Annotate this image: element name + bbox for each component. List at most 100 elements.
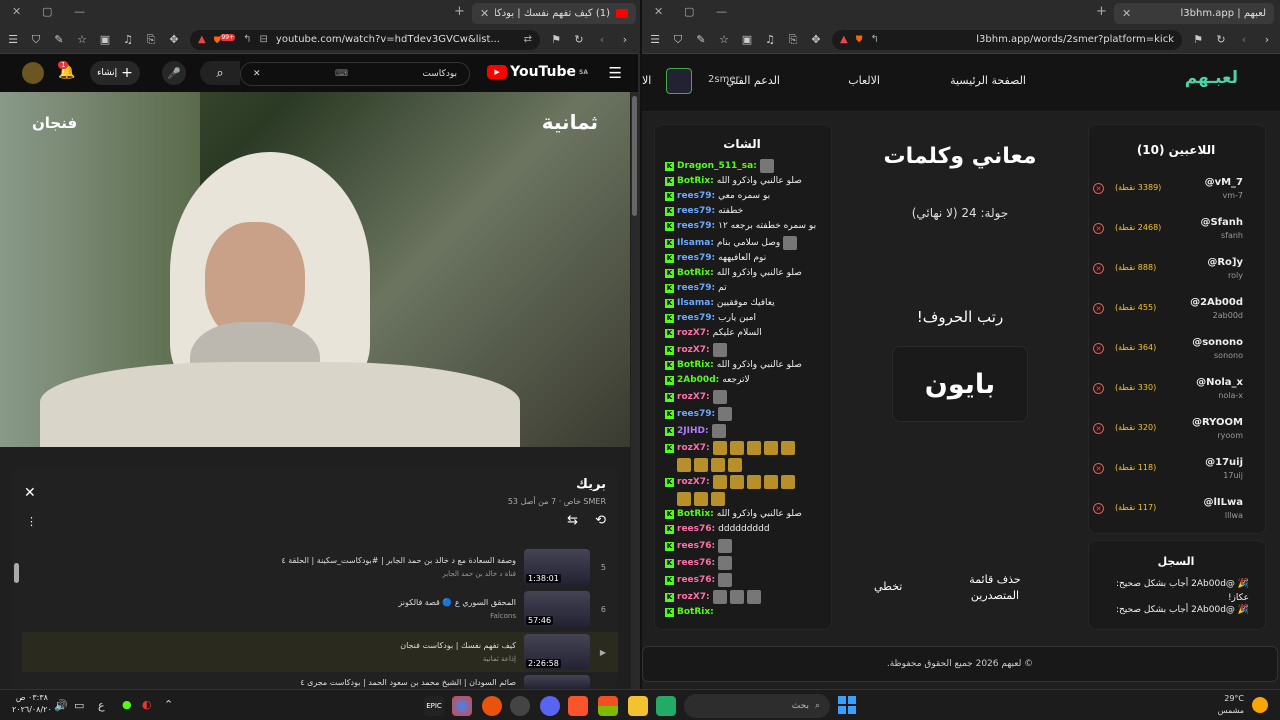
forward-icon[interactable]: › (1260, 33, 1274, 47)
star-icon[interactable]: ☆ (717, 33, 731, 47)
translate-icon[interactable]: ⇄ (524, 34, 532, 45)
brave-icon[interactable] (568, 696, 588, 716)
volume-icon[interactable]: 🔊 (54, 699, 68, 712)
music-icon[interactable]: ♫ (121, 33, 135, 47)
taskbar-search[interactable]: بحث ⌕ (684, 694, 830, 718)
back-icon[interactable]: ‹ (1237, 33, 1251, 47)
app-icon[interactable] (656, 696, 676, 716)
bookmark-icon[interactable]: ⚑ (1191, 33, 1205, 47)
keyboard-icon[interactable]: ⌨ (335, 69, 348, 79)
network-icon[interactable]: ▭ (74, 699, 84, 712)
sidebar-icon[interactable]: ▣ (740, 33, 754, 47)
obs-icon[interactable] (510, 696, 530, 716)
reload-icon[interactable]: ↻ (1214, 33, 1228, 47)
screenshot-icon[interactable]: ⎘ (786, 33, 800, 47)
remove-player-icon[interactable]: ✕ (1093, 503, 1104, 514)
search-button[interactable]: ⌕ (200, 61, 240, 85)
remove-player-icon[interactable]: ✕ (1093, 463, 1104, 474)
remove-player-icon[interactable]: ✕ (1093, 423, 1104, 434)
screenshot-icon[interactable]: ⎘ (144, 33, 158, 47)
forward-icon[interactable]: › (618, 33, 632, 47)
delete-leaderboard-button[interactable]: حذف قائمة المتصدرين (962, 572, 1028, 604)
shuffle-icon[interactable]: ⇆ (567, 513, 578, 528)
site-info-icon[interactable]: ⊟ (260, 34, 268, 45)
remove-player-icon[interactable]: ✕ (1093, 223, 1104, 234)
bookmark-icon[interactable]: ⚑ (549, 33, 563, 47)
sidebar-icon[interactable]: ▣ (98, 33, 112, 47)
shield-icon[interactable]: ⛉ (671, 33, 685, 47)
mic-tray-icon[interactable]: ● (122, 698, 132, 711)
remove-player-icon[interactable]: ✕ (1093, 383, 1104, 394)
tray-app-icon[interactable]: ◐ (142, 698, 152, 711)
playlist-item[interactable]: 6 57:46 المحقق السوري ع 🔵 قصة فالكونز Fal… (12, 589, 618, 629)
close-tab-icon[interactable]: ✕ (1122, 7, 1131, 20)
new-tab-button[interactable]: + (454, 4, 465, 19)
close-window-icon[interactable]: ✕ (654, 5, 663, 18)
nav-username[interactable]: 2smer (708, 74, 740, 85)
avatar[interactable] (22, 62, 44, 84)
mic-icon[interactable]: 🎤 (162, 61, 186, 85)
maximize-icon[interactable]: ▢ (684, 5, 694, 18)
tab-youtube[interactable]: (1) كيف تفهم نفسك | بودكاست ✕ (472, 3, 636, 24)
brave-shield-icon[interactable]: ⛊ (856, 35, 863, 45)
minimize-icon[interactable]: — (74, 5, 85, 18)
loop-icon[interactable]: ⟲ (595, 513, 606, 528)
extensions-icon[interactable]: ✎ (694, 33, 708, 47)
create-button[interactable]: إنشاء + (90, 61, 140, 85)
nav-overflow[interactable]: الا (642, 74, 651, 87)
remove-player-icon[interactable]: ✕ (1093, 303, 1104, 314)
remove-player-icon[interactable]: ✕ (1093, 263, 1104, 274)
search-input[interactable]: ✕ ⌨ بودكاست (240, 62, 470, 86)
close-tab-icon[interactable]: ✕ (480, 7, 489, 20)
puzzle-icon[interactable]: ✥ (809, 33, 823, 47)
youtube-logo[interactable]: ▶ YouTube SA (487, 64, 588, 80)
brave-shield-icon[interactable]: ⛊99+ (214, 33, 236, 46)
user-avatar[interactable] (666, 68, 692, 94)
reload-icon[interactable]: ↻ (572, 33, 586, 47)
nav-games[interactable]: الالعاب (848, 74, 880, 87)
ms-store-icon[interactable] (598, 696, 618, 716)
discord-icon[interactable] (540, 696, 560, 716)
language-indicator[interactable]: ع (98, 699, 105, 712)
share-icon[interactable]: ↰ (870, 34, 878, 45)
skip-button[interactable]: تخطي (874, 580, 902, 593)
hamburger-icon[interactable]: ☰ (609, 64, 622, 82)
scrollbar[interactable] (631, 92, 638, 689)
chrome-icon[interactable] (452, 696, 472, 716)
puzzle-icon[interactable]: ✥ (167, 33, 181, 47)
firefox-icon[interactable] (482, 696, 502, 716)
extensions-icon[interactable]: ✎ (52, 33, 66, 47)
remove-player-icon[interactable]: ✕ (1093, 343, 1104, 354)
nav-home[interactable]: الصفحة الرئيسية (950, 74, 1026, 87)
close-playlist-icon[interactable]: ✕ (24, 485, 36, 501)
bell-icon[interactable]: 🔔 1 (58, 61, 75, 80)
more-icon[interactable]: ⋮ (26, 515, 37, 528)
tray-expand-icon[interactable]: ⌃ (164, 698, 173, 711)
maximize-icon[interactable]: ▢ (42, 5, 52, 18)
epic-games-icon[interactable]: EPIC (424, 696, 444, 716)
share-icon[interactable]: ↰ (243, 34, 251, 45)
remove-player-icon[interactable]: ✕ (1093, 183, 1104, 194)
clear-search-icon[interactable]: ✕ (253, 69, 261, 79)
menu-icon[interactable]: ☰ (648, 33, 662, 47)
start-icon[interactable] (838, 696, 856, 714)
star-icon[interactable]: ☆ (75, 33, 89, 47)
playlist-item-current[interactable]: ▶ 2:26:58 كيف تفهم نفسك | بودكاست فنجان إ… (22, 632, 618, 672)
file-explorer-icon[interactable] (628, 696, 648, 716)
weather-widget[interactable]: 29°C مشمس (1218, 693, 1244, 717)
playlist-item[interactable]: 5 1:38:01 وصفة السعادة مع د خالد بن حمد … (12, 547, 618, 587)
close-window-icon[interactable]: ✕ (12, 5, 21, 18)
clock[interactable]: ٠٣:٣٨ ص ٢٠٢٦/٠٨/٢٠ (12, 692, 52, 716)
new-tab-button[interactable]: + (1096, 4, 1107, 19)
minimize-icon[interactable]: — (716, 5, 727, 18)
music-icon[interactable]: ♫ (763, 33, 777, 47)
shield-icon[interactable]: ⛉ (29, 33, 43, 47)
address-bar[interactable]: ▲ ⛊ ↰ l3bhm.app/words/2smer?platform=kic… (832, 29, 1182, 50)
playlist-item[interactable]: صائم السودان | الشيخ محمد بن سعود الحمد … (12, 675, 618, 689)
back-icon[interactable]: ‹ (595, 33, 609, 47)
site-logo[interactable]: لعبـهم (1185, 68, 1238, 88)
address-bar[interactable]: ▲ ⛊99+ ↰ ⊟ youtube.com/watch?v=hdTdev3GV… (190, 29, 540, 50)
tab-l3bhm[interactable]: لعبهم | l3bhm.app ✕ (1114, 3, 1274, 24)
menu-icon[interactable]: ☰ (6, 33, 20, 47)
video-player[interactable]: فنجان ثمانية (0, 92, 630, 447)
